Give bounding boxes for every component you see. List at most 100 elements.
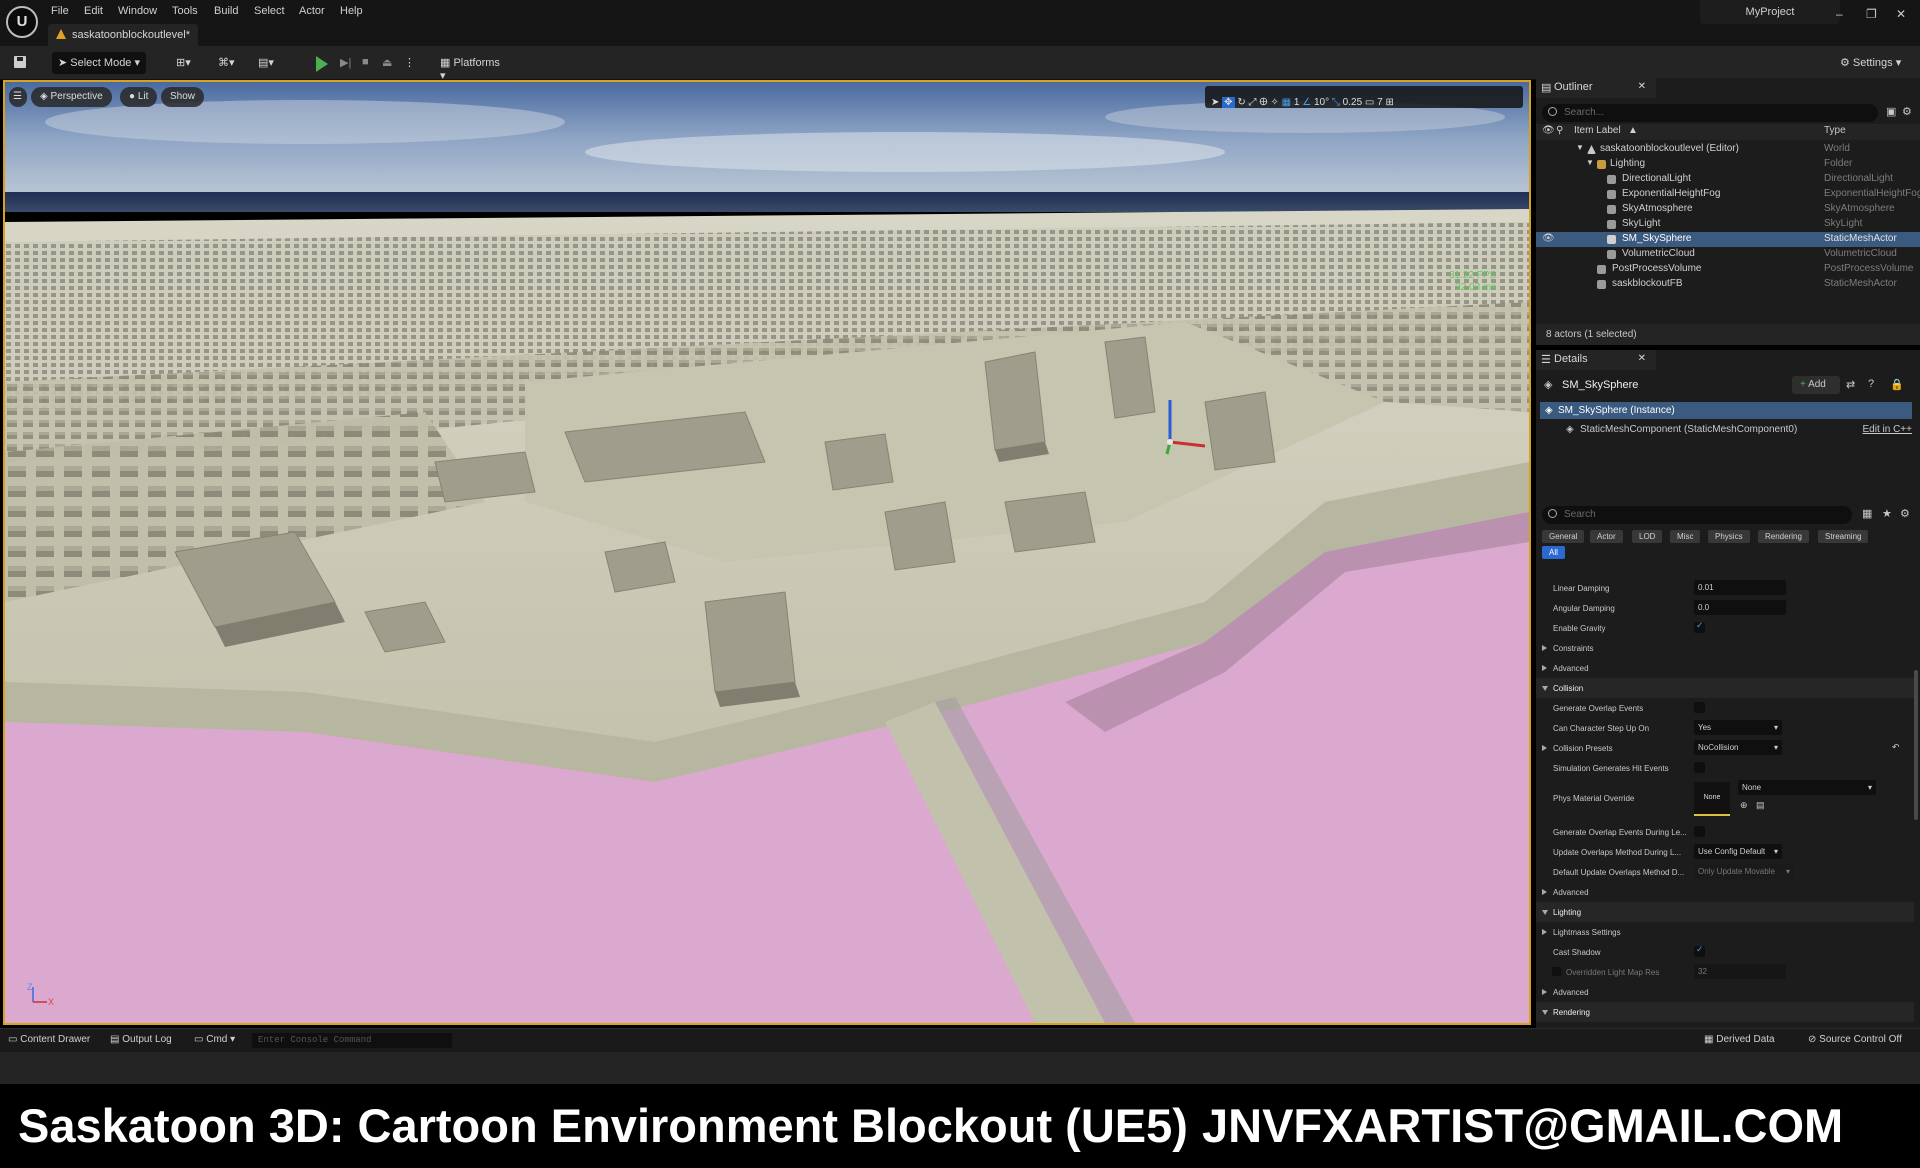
outliner-row[interactable]: SkyLight SkyLight [1536,217,1920,232]
prop-lightmass[interactable]: Lightmass Settings [1536,922,1914,942]
collision-presets-dropdown[interactable]: NoCollision ▾ [1694,740,1782,755]
blueprint-convert-icon[interactable]: ⇄ [1846,378,1855,391]
details-search-input[interactable]: Search [1542,506,1852,524]
help-icon[interactable]: ? [1868,378,1874,390]
component-instance-row[interactable]: ◈ SM_SkySphere (Instance) [1540,402,1912,419]
grid-snap-icon[interactable]: ▦ [1282,97,1291,108]
cast-shadow-checkbox[interactable] [1694,944,1705,957]
menu-tools[interactable]: Tools [172,5,198,17]
expand-arrow-icon[interactable]: ▼ [1586,158,1594,167]
collapse-arrow-icon[interactable] [1542,686,1548,691]
filter-streaming[interactable]: Streaming [1818,530,1869,543]
source-control-button[interactable]: ⊘ Source Control Off [1808,1034,1902,1045]
expand-arrow-icon[interactable] [1542,929,1547,935]
star-icon[interactable]: ★ [1882,507,1892,520]
expand-arrow-icon[interactable] [1542,745,1547,751]
visibility-icon[interactable]: 👁 [1542,233,1555,244]
output-log-button[interactable]: ▤ Output Log [110,1034,172,1045]
console-command-input[interactable]: Enter Console Command [252,1033,452,1048]
prop-constraints[interactable]: Constraints [1536,638,1914,658]
visibility-icon[interactable]: 👁 [1542,125,1555,136]
section-collision[interactable]: Collision [1536,678,1914,698]
add-folder-icon[interactable]: ▣ [1886,105,1896,118]
overlap-during-level-checkbox[interactable] [1694,826,1705,837]
actor-name[interactable]: SM_SkySphere [1562,379,1638,391]
expand-arrow-icon[interactable]: ▼ [1576,143,1584,152]
filter-rendering[interactable]: Rendering [1758,530,1809,543]
filter-lod[interactable]: LOD [1632,530,1663,543]
outliner-row[interactable]: PostProcessVolume PostProcessVolume [1536,262,1920,277]
sim-hit-checkbox[interactable] [1694,762,1705,773]
camera-speed-value[interactable]: 7 [1377,97,1383,108]
outliner-row[interactable]: VolumetricCloud VolumetricCloud [1536,247,1920,262]
component-row[interactable]: ◈ StaticMeshComponent (StaticMeshCompone… [1540,421,1912,438]
pin-icon[interactable]: ⚲ [1556,125,1563,136]
eject-button[interactable]: ⏏ [376,52,396,74]
menu-build[interactable]: Build [214,5,238,17]
filter-all[interactable]: All [1542,546,1565,559]
phys-material-dropdown[interactable]: None ▾ [1738,780,1876,795]
perspective-button[interactable]: ◈ Perspective [31,87,112,107]
details-tab[interactable]: ☰ Details ✕ [1536,350,1656,370]
column-item-label[interactable]: Item Label [1574,125,1621,136]
close-icon[interactable]: ✕ [1638,81,1646,92]
filter-misc[interactable]: Misc [1670,530,1701,543]
collapse-arrow-icon[interactable] [1542,910,1548,915]
menu-actor[interactable]: Actor [299,5,325,17]
content-drawer-button[interactable]: ▭ Content Drawer [8,1034,90,1045]
outliner-row[interactable]: ExponentialHeightFog ExponentialHeightFo… [1536,187,1920,202]
play-button[interactable] [310,52,332,74]
level-viewport[interactable]: ☰ ◈ Perspective ● Lit Show ➤ ✥ ↻ ⤢ 🜨 ✧ ▦… [3,80,1531,1025]
outliner-row[interactable]: SkyAtmosphere SkyAtmosphere [1536,202,1920,217]
scale-tool-icon[interactable]: ⤢ [1249,97,1257,108]
lock-icon[interactable]: 🔒 [1890,378,1904,391]
expand-arrow-icon[interactable] [1542,665,1547,671]
step-up-dropdown[interactable]: Yes ▾ [1694,720,1782,735]
play-options-button[interactable]: ⋮ [398,52,415,74]
menu-select[interactable]: Select [254,5,285,17]
menu-help[interactable]: Help [340,5,363,17]
settings-dropdown[interactable]: ⚙ Settings ▾ [1834,52,1914,74]
filter-general[interactable]: General [1542,530,1585,543]
phys-material-thumbnail[interactable]: None [1694,782,1730,816]
outliner-row[interactable]: DirectionalLight DirectionalLight [1536,172,1920,187]
collapse-arrow-icon[interactable] [1542,1010,1548,1015]
derived-data-button[interactable]: ▦ Derived Data [1704,1034,1775,1045]
platforms-dropdown[interactable]: ▦ Platforms ▾ [434,52,514,82]
expand-arrow-icon[interactable] [1542,889,1547,895]
unreal-logo-icon[interactable]: U [6,6,38,38]
gear-icon[interactable]: ⚙ [1902,105,1912,118]
prop-lighting-advanced[interactable]: Advanced [1536,982,1914,1002]
select-mode-dropdown[interactable]: ➤ Select Mode ▾ [52,52,146,74]
stop-button[interactable]: ■ [356,52,374,74]
enable-gravity-checkbox[interactable] [1694,620,1705,633]
browse-icon[interactable]: ▤ [1756,800,1765,811]
close-window-button[interactable]: ✕ [1896,7,1906,21]
scale-snap-value[interactable]: 0.25 [1343,97,1362,108]
blueprints-button[interactable]: ⌘▾ [212,52,242,74]
angle-snap-value[interactable]: 10° [1314,97,1329,108]
gear-icon[interactable]: ⚙ [1900,507,1910,520]
lit-button[interactable]: ● Lit [120,87,158,107]
surface-snap-icon[interactable]: ✧ [1270,97,1278,108]
generate-overlap-checkbox[interactable] [1694,702,1705,713]
rotate-tool-icon[interactable]: ↻ [1237,97,1245,108]
cinematics-button[interactable]: ▤▾ [252,52,286,74]
filter-actor[interactable]: Actor [1590,530,1623,543]
update-overlaps-dropdown[interactable]: Use Config Default ▾ [1694,844,1782,859]
expand-arrow-icon[interactable] [1542,989,1547,995]
section-rendering[interactable]: Rendering [1536,1002,1914,1022]
minimize-button[interactable]: – [1836,7,1843,21]
prop-collision-advanced[interactable]: Advanced [1536,882,1914,902]
use-selected-icon[interactable]: ⊕ [1740,800,1748,811]
step-button[interactable]: ▶| [334,52,354,74]
angle-snap-icon[interactable]: ∠ [1302,97,1311,108]
edit-cpp-link[interactable]: Edit in C++ [1863,424,1912,435]
prop-advanced[interactable]: Advanced [1536,658,1914,678]
linear-damping-input[interactable]: 0.01 [1694,580,1786,595]
add-content-button[interactable]: ⊞▾ [170,52,200,74]
save-button[interactable] [8,52,32,74]
override-checkbox[interactable] [1552,967,1561,976]
add-component-button[interactable]: + Add [1792,376,1840,394]
outliner-search-input[interactable]: Search... [1542,104,1878,122]
